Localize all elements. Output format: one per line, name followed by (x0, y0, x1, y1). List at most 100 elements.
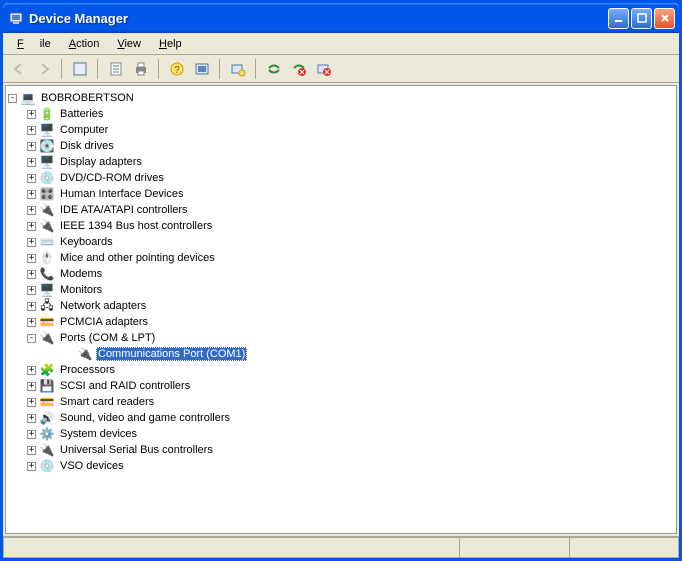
maximize-button[interactable] (631, 8, 652, 29)
device-icon: 📞 (39, 266, 55, 282)
update-driver-button[interactable] (262, 58, 285, 80)
device-icon: 💳 (39, 314, 55, 330)
tree-label[interactable]: System devices (58, 427, 139, 441)
disable-button[interactable] (287, 58, 310, 80)
tree-node[interactable]: +🔌IEEE 1394 Bus host controllers (8, 218, 674, 234)
expand-icon[interactable]: + (27, 382, 36, 391)
separator (61, 59, 62, 79)
properties-button[interactable] (104, 58, 127, 80)
tree-label[interactable]: Batteries (58, 107, 105, 121)
expand-icon[interactable]: + (27, 110, 36, 119)
expand-icon[interactable]: + (27, 222, 36, 231)
device-icon: 🔋 (39, 106, 55, 122)
tree-label[interactable]: Communications Port (COM1) (96, 347, 247, 361)
tree-label[interactable]: Monitors (58, 283, 104, 297)
tree-node[interactable]: +💿DVD/CD-ROM drives (8, 170, 674, 186)
scan-button[interactable] (226, 58, 249, 80)
tree-label[interactable]: Computer (58, 123, 110, 137)
tree-node[interactable]: +💳Smart card readers (8, 394, 674, 410)
tree-label[interactable]: IEEE 1394 Bus host controllers (58, 219, 214, 233)
uninstall-button[interactable] (312, 58, 335, 80)
minimize-button[interactable] (608, 8, 629, 29)
expand-icon[interactable]: + (27, 462, 36, 471)
tree-node[interactable]: -🔌Ports (COM & LPT) (8, 330, 674, 346)
device-icon: 🖥️ (39, 154, 55, 170)
expand-icon[interactable]: + (27, 430, 36, 439)
expand-icon[interactable]: + (27, 446, 36, 455)
expand-icon[interactable]: + (27, 366, 36, 375)
tree-node[interactable]: +🖱️Mice and other pointing devices (8, 250, 674, 266)
tree-node[interactable]: +💿VSO devices (8, 458, 674, 474)
tree-label[interactable]: VSO devices (58, 459, 126, 473)
print-button[interactable] (129, 58, 152, 80)
expand-icon[interactable]: + (27, 142, 36, 151)
menu-action[interactable]: Action (61, 36, 108, 52)
svg-text:?: ? (174, 65, 180, 76)
tree-node[interactable]: +🖥️Display adapters (8, 154, 674, 170)
collapse-icon[interactable]: - (8, 94, 17, 103)
tree-node[interactable]: +🔌Universal Serial Bus controllers (8, 442, 674, 458)
tree-label[interactable]: DVD/CD-ROM drives (58, 171, 166, 185)
expand-icon[interactable]: + (27, 174, 36, 183)
expand-icon[interactable]: + (27, 158, 36, 167)
tree-node[interactable]: +📞Modems (8, 266, 674, 282)
expand-icon[interactable]: + (27, 238, 36, 247)
tree-node[interactable]: +🖥️Computer (8, 122, 674, 138)
expand-icon[interactable]: + (27, 190, 36, 199)
menu-help[interactable]: Help (151, 36, 190, 52)
expand-icon[interactable]: + (27, 302, 36, 311)
tree-node[interactable]: -💻BOBROBERTSON (8, 90, 674, 106)
device-icon: 💽 (39, 138, 55, 154)
tree-view[interactable]: -💻BOBROBERTSON+🔋Batteries+🖥️Computer+💽Di… (5, 85, 677, 534)
tree-label[interactable]: Universal Serial Bus controllers (58, 443, 215, 457)
tree-node[interactable]: +⚙️System devices (8, 426, 674, 442)
tree-node[interactable]: +💾SCSI and RAID controllers (8, 378, 674, 394)
titlebar[interactable]: Device Manager (3, 3, 679, 33)
expand-icon[interactable]: + (27, 270, 36, 279)
expand-icon[interactable]: + (27, 126, 36, 135)
tree-label[interactable]: SCSI and RAID controllers (58, 379, 192, 393)
tree-node[interactable]: +🔌IDE ATA/ATAPI controllers (8, 202, 674, 218)
expand-icon[interactable]: + (27, 254, 36, 263)
tree-label[interactable]: Network adapters (58, 299, 148, 313)
close-button[interactable] (654, 8, 675, 29)
tree-node[interactable]: +🎛️Human Interface Devices (8, 186, 674, 202)
tree-node[interactable]: 🔌Communications Port (COM1) (8, 346, 674, 362)
tree-node[interactable]: +⌨️Keyboards (8, 234, 674, 250)
tree-label[interactable]: IDE ATA/ATAPI controllers (58, 203, 190, 217)
tree-label[interactable]: Modems (58, 267, 104, 281)
tree-label[interactable]: Mice and other pointing devices (58, 251, 217, 265)
expand-icon[interactable]: + (27, 206, 36, 215)
menu-file[interactable]: File (9, 36, 59, 52)
tree-label[interactable]: Display adapters (58, 155, 144, 169)
device-icon: 💳 (39, 394, 55, 410)
tree-label[interactable]: Ports (COM & LPT) (58, 331, 157, 345)
tree-node[interactable]: +🖧Network adapters (8, 298, 674, 314)
tree-node[interactable]: +🖥️Monitors (8, 282, 674, 298)
expand-icon[interactable]: + (27, 286, 36, 295)
tree-label[interactable]: Keyboards (58, 235, 115, 249)
help-button[interactable]: ? (165, 58, 188, 80)
show-hidden-button[interactable] (190, 58, 213, 80)
tree-node[interactable]: +🔋Batteries (8, 106, 674, 122)
tree-label[interactable]: Smart card readers (58, 395, 156, 409)
tree-label[interactable]: PCMCIA adapters (58, 315, 150, 329)
collapse-icon[interactable]: - (27, 334, 36, 343)
device-icon: 🖥️ (39, 122, 55, 138)
tree-label[interactable]: Processors (58, 363, 117, 377)
tree-node[interactable]: +💳PCMCIA adapters (8, 314, 674, 330)
tree-label[interactable]: Human Interface Devices (58, 187, 186, 201)
expand-icon[interactable]: + (27, 318, 36, 327)
menu-view[interactable]: View (109, 36, 149, 52)
separator (219, 59, 220, 79)
tree-node[interactable]: +💽Disk drives (8, 138, 674, 154)
tree-label[interactable]: Sound, video and game controllers (58, 411, 232, 425)
toolbar: ? (3, 55, 679, 83)
up-button[interactable] (68, 58, 91, 80)
tree-label[interactable]: BOBROBERTSON (39, 91, 136, 105)
tree-label[interactable]: Disk drives (58, 139, 116, 153)
expand-icon[interactable]: + (27, 414, 36, 423)
tree-node[interactable]: +🔊Sound, video and game controllers (8, 410, 674, 426)
expand-icon[interactable]: + (27, 398, 36, 407)
tree-node[interactable]: +🧩Processors (8, 362, 674, 378)
